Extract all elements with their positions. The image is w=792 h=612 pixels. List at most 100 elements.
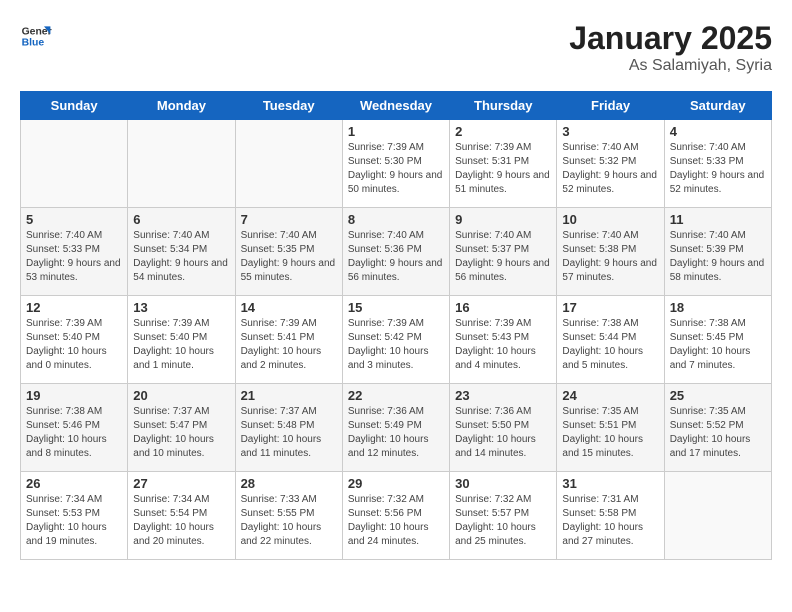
day-number: 29 (348, 476, 444, 491)
day-info: Sunrise: 7:40 AMSunset: 5:35 PMDaylight:… (241, 229, 337, 285)
day-cell: 2 Sunrise: 7:39 AMSunset: 5:31 PMDaylight… (450, 120, 557, 208)
header-thursday: Thursday (450, 92, 557, 120)
day-number: 3 (562, 124, 658, 139)
day-info: Sunrise: 7:39 AMSunset: 5:43 PMDaylight:… (455, 317, 551, 373)
header-tuesday: Tuesday (235, 92, 342, 120)
day-info: Sunrise: 7:37 AMSunset: 5:48 PMDaylight:… (241, 405, 337, 461)
day-cell: 27 Sunrise: 7:34 AMSunset: 5:54 PMDayligh… (128, 472, 235, 560)
day-cell: 31 Sunrise: 7:31 AMSunset: 5:58 PMDayligh… (557, 472, 664, 560)
day-info: Sunrise: 7:31 AMSunset: 5:58 PMDaylight:… (562, 493, 658, 549)
header-monday: Monday (128, 92, 235, 120)
day-cell: 18 Sunrise: 7:38 AMSunset: 5:45 PMDayligh… (664, 296, 771, 384)
svg-text:Blue: Blue (22, 38, 45, 49)
day-cell: 16Sunrise: 7:39 AMSunset: 5:43 PMDayligh… (450, 296, 557, 384)
month-title: January 2025 (569, 20, 772, 57)
day-cell: 11 Sunrise: 7:40 AMSunset: 5:39 PMDayligh… (664, 208, 771, 296)
day-info: Sunrise: 7:39 AMSunset: 5:41 PMDaylight:… (241, 317, 337, 373)
day-info: Sunrise: 7:34 AMSunset: 5:54 PMDaylight:… (133, 493, 229, 549)
day-number: 5 (26, 212, 122, 227)
day-number: 9 (455, 212, 551, 227)
header-friday: Friday (557, 92, 664, 120)
day-info: Sunrise: 7:40 AMSunset: 5:38 PMDaylight:… (562, 229, 658, 285)
day-number: 21 (241, 388, 337, 403)
day-info: Sunrise: 7:40 AMSunset: 5:37 PMDaylight:… (455, 229, 551, 285)
week-row-3: 12 Sunrise: 7:39 AMSunset: 5:40 PMDayligh… (21, 296, 772, 384)
day-number: 7 (241, 212, 337, 227)
day-info: Sunrise: 7:32 AMSunset: 5:56 PMDaylight:… (348, 493, 444, 549)
day-info: Sunrise: 7:40 AMSunset: 5:34 PMDaylight:… (133, 229, 229, 285)
day-cell: 7 Sunrise: 7:40 AMSunset: 5:35 PMDaylight… (235, 208, 342, 296)
day-number: 10 (562, 212, 658, 227)
day-number: 14 (241, 300, 337, 315)
day-number: 19 (26, 388, 122, 403)
day-info: Sunrise: 7:32 AMSunset: 5:57 PMDaylight:… (455, 493, 551, 549)
header-sunday: Sunday (21, 92, 128, 120)
day-cell: 14 Sunrise: 7:39 AMSunset: 5:41 PMDayligh… (235, 296, 342, 384)
day-number: 18 (670, 300, 766, 315)
day-cell (235, 120, 342, 208)
day-number: 24 (562, 388, 658, 403)
day-cell: 13 Sunrise: 7:39 AMSunset: 5:40 PMDayligh… (128, 296, 235, 384)
day-cell: 9 Sunrise: 7:40 AMSunset: 5:37 PMDaylight… (450, 208, 557, 296)
page-header: General Blue January 2025 As Salamiyah, … (20, 20, 772, 75)
logo-icon: General Blue (20, 20, 52, 52)
week-row-1: 1Sunrise: 7:39 AMSunset: 5:30 PMDaylight… (21, 120, 772, 208)
day-number: 25 (670, 388, 766, 403)
title-section: January 2025 As Salamiyah, Syria (569, 20, 772, 75)
day-cell: 1Sunrise: 7:39 AMSunset: 5:30 PMDaylight… (342, 120, 449, 208)
day-number: 30 (455, 476, 551, 491)
header-wednesday: Wednesday (342, 92, 449, 120)
day-info: Sunrise: 7:37 AMSunset: 5:47 PMDaylight:… (133, 405, 229, 461)
day-number: 20 (133, 388, 229, 403)
day-info: Sunrise: 7:40 AMSunset: 5:32 PMDaylight:… (562, 141, 658, 197)
day-cell: 25 Sunrise: 7:35 AMSunset: 5:52 PMDayligh… (664, 384, 771, 472)
day-number: 6 (133, 212, 229, 227)
day-cell: 20 Sunrise: 7:37 AMSunset: 5:47 PMDayligh… (128, 384, 235, 472)
day-cell: 12 Sunrise: 7:39 AMSunset: 5:40 PMDayligh… (21, 296, 128, 384)
day-cell: 19 Sunrise: 7:38 AMSunset: 5:46 PMDayligh… (21, 384, 128, 472)
location-subtitle: As Salamiyah, Syria (569, 57, 772, 75)
day-cell (664, 472, 771, 560)
day-number: 2 (455, 124, 551, 139)
day-info: Sunrise: 7:40 AMSunset: 5:39 PMDaylight:… (670, 229, 766, 285)
week-row-4: 19 Sunrise: 7:38 AMSunset: 5:46 PMDayligh… (21, 384, 772, 472)
header-row: Sunday Monday Tuesday Wednesday Thursday… (21, 92, 772, 120)
day-cell: 17Sunrise: 7:38 AMSunset: 5:44 PMDayligh… (557, 296, 664, 384)
day-info: Sunrise: 7:40 AMSunset: 5:33 PMDaylight:… (670, 141, 766, 197)
day-cell: 28 Sunrise: 7:33 AMSunset: 5:55 PMDayligh… (235, 472, 342, 560)
day-cell: 15Sunrise: 7:39 AMSunset: 5:42 PMDayligh… (342, 296, 449, 384)
day-info: Sunrise: 7:36 AMSunset: 5:49 PMDaylight:… (348, 405, 444, 461)
day-cell: 29 Sunrise: 7:32 AMSunset: 5:56 PMDayligh… (342, 472, 449, 560)
day-info: Sunrise: 7:38 AMSunset: 5:46 PMDaylight:… (26, 405, 122, 461)
day-number: 27 (133, 476, 229, 491)
day-number: 13 (133, 300, 229, 315)
day-cell: 8 Sunrise: 7:40 AMSunset: 5:36 PMDaylight… (342, 208, 449, 296)
day-number: 11 (670, 212, 766, 227)
day-cell: 5Sunrise: 7:40 AMSunset: 5:33 PMDaylight… (21, 208, 128, 296)
day-info: Sunrise: 7:38 AMSunset: 5:45 PMDaylight:… (670, 317, 766, 373)
day-number: 12 (26, 300, 122, 315)
day-cell: 4Sunrise: 7:40 AMSunset: 5:33 PMDaylight… (664, 120, 771, 208)
day-info: Sunrise: 7:39 AMSunset: 5:31 PMDaylight:… (455, 141, 551, 197)
day-info: Sunrise: 7:40 AMSunset: 5:36 PMDaylight:… (348, 229, 444, 285)
day-cell: 24 Sunrise: 7:35 AMSunset: 5:51 PMDayligh… (557, 384, 664, 472)
day-info: Sunrise: 7:36 AMSunset: 5:50 PMDaylight:… (455, 405, 551, 461)
day-number: 1 (348, 124, 444, 139)
day-cell: 3 Sunrise: 7:40 AMSunset: 5:32 PMDaylight… (557, 120, 664, 208)
day-number: 23 (455, 388, 551, 403)
day-number: 28 (241, 476, 337, 491)
day-info: Sunrise: 7:38 AMSunset: 5:44 PMDaylight:… (562, 317, 658, 373)
day-number: 31 (562, 476, 658, 491)
day-info: Sunrise: 7:35 AMSunset: 5:52 PMDaylight:… (670, 405, 766, 461)
day-cell: 10 Sunrise: 7:40 AMSunset: 5:38 PMDayligh… (557, 208, 664, 296)
day-info: Sunrise: 7:33 AMSunset: 5:55 PMDaylight:… (241, 493, 337, 549)
day-info: Sunrise: 7:35 AMSunset: 5:51 PMDaylight:… (562, 405, 658, 461)
day-number: 8 (348, 212, 444, 227)
day-info: Sunrise: 7:39 AMSunset: 5:40 PMDaylight:… (26, 317, 122, 373)
day-cell: 30 Sunrise: 7:32 AMSunset: 5:57 PMDayligh… (450, 472, 557, 560)
day-cell: 6 Sunrise: 7:40 AMSunset: 5:34 PMDaylight… (128, 208, 235, 296)
day-info: Sunrise: 7:39 AMSunset: 5:40 PMDaylight:… (133, 317, 229, 373)
day-info: Sunrise: 7:39 AMSunset: 5:42 PMDaylight:… (348, 317, 444, 373)
day-cell: 21 Sunrise: 7:37 AMSunset: 5:48 PMDayligh… (235, 384, 342, 472)
header-saturday: Saturday (664, 92, 771, 120)
